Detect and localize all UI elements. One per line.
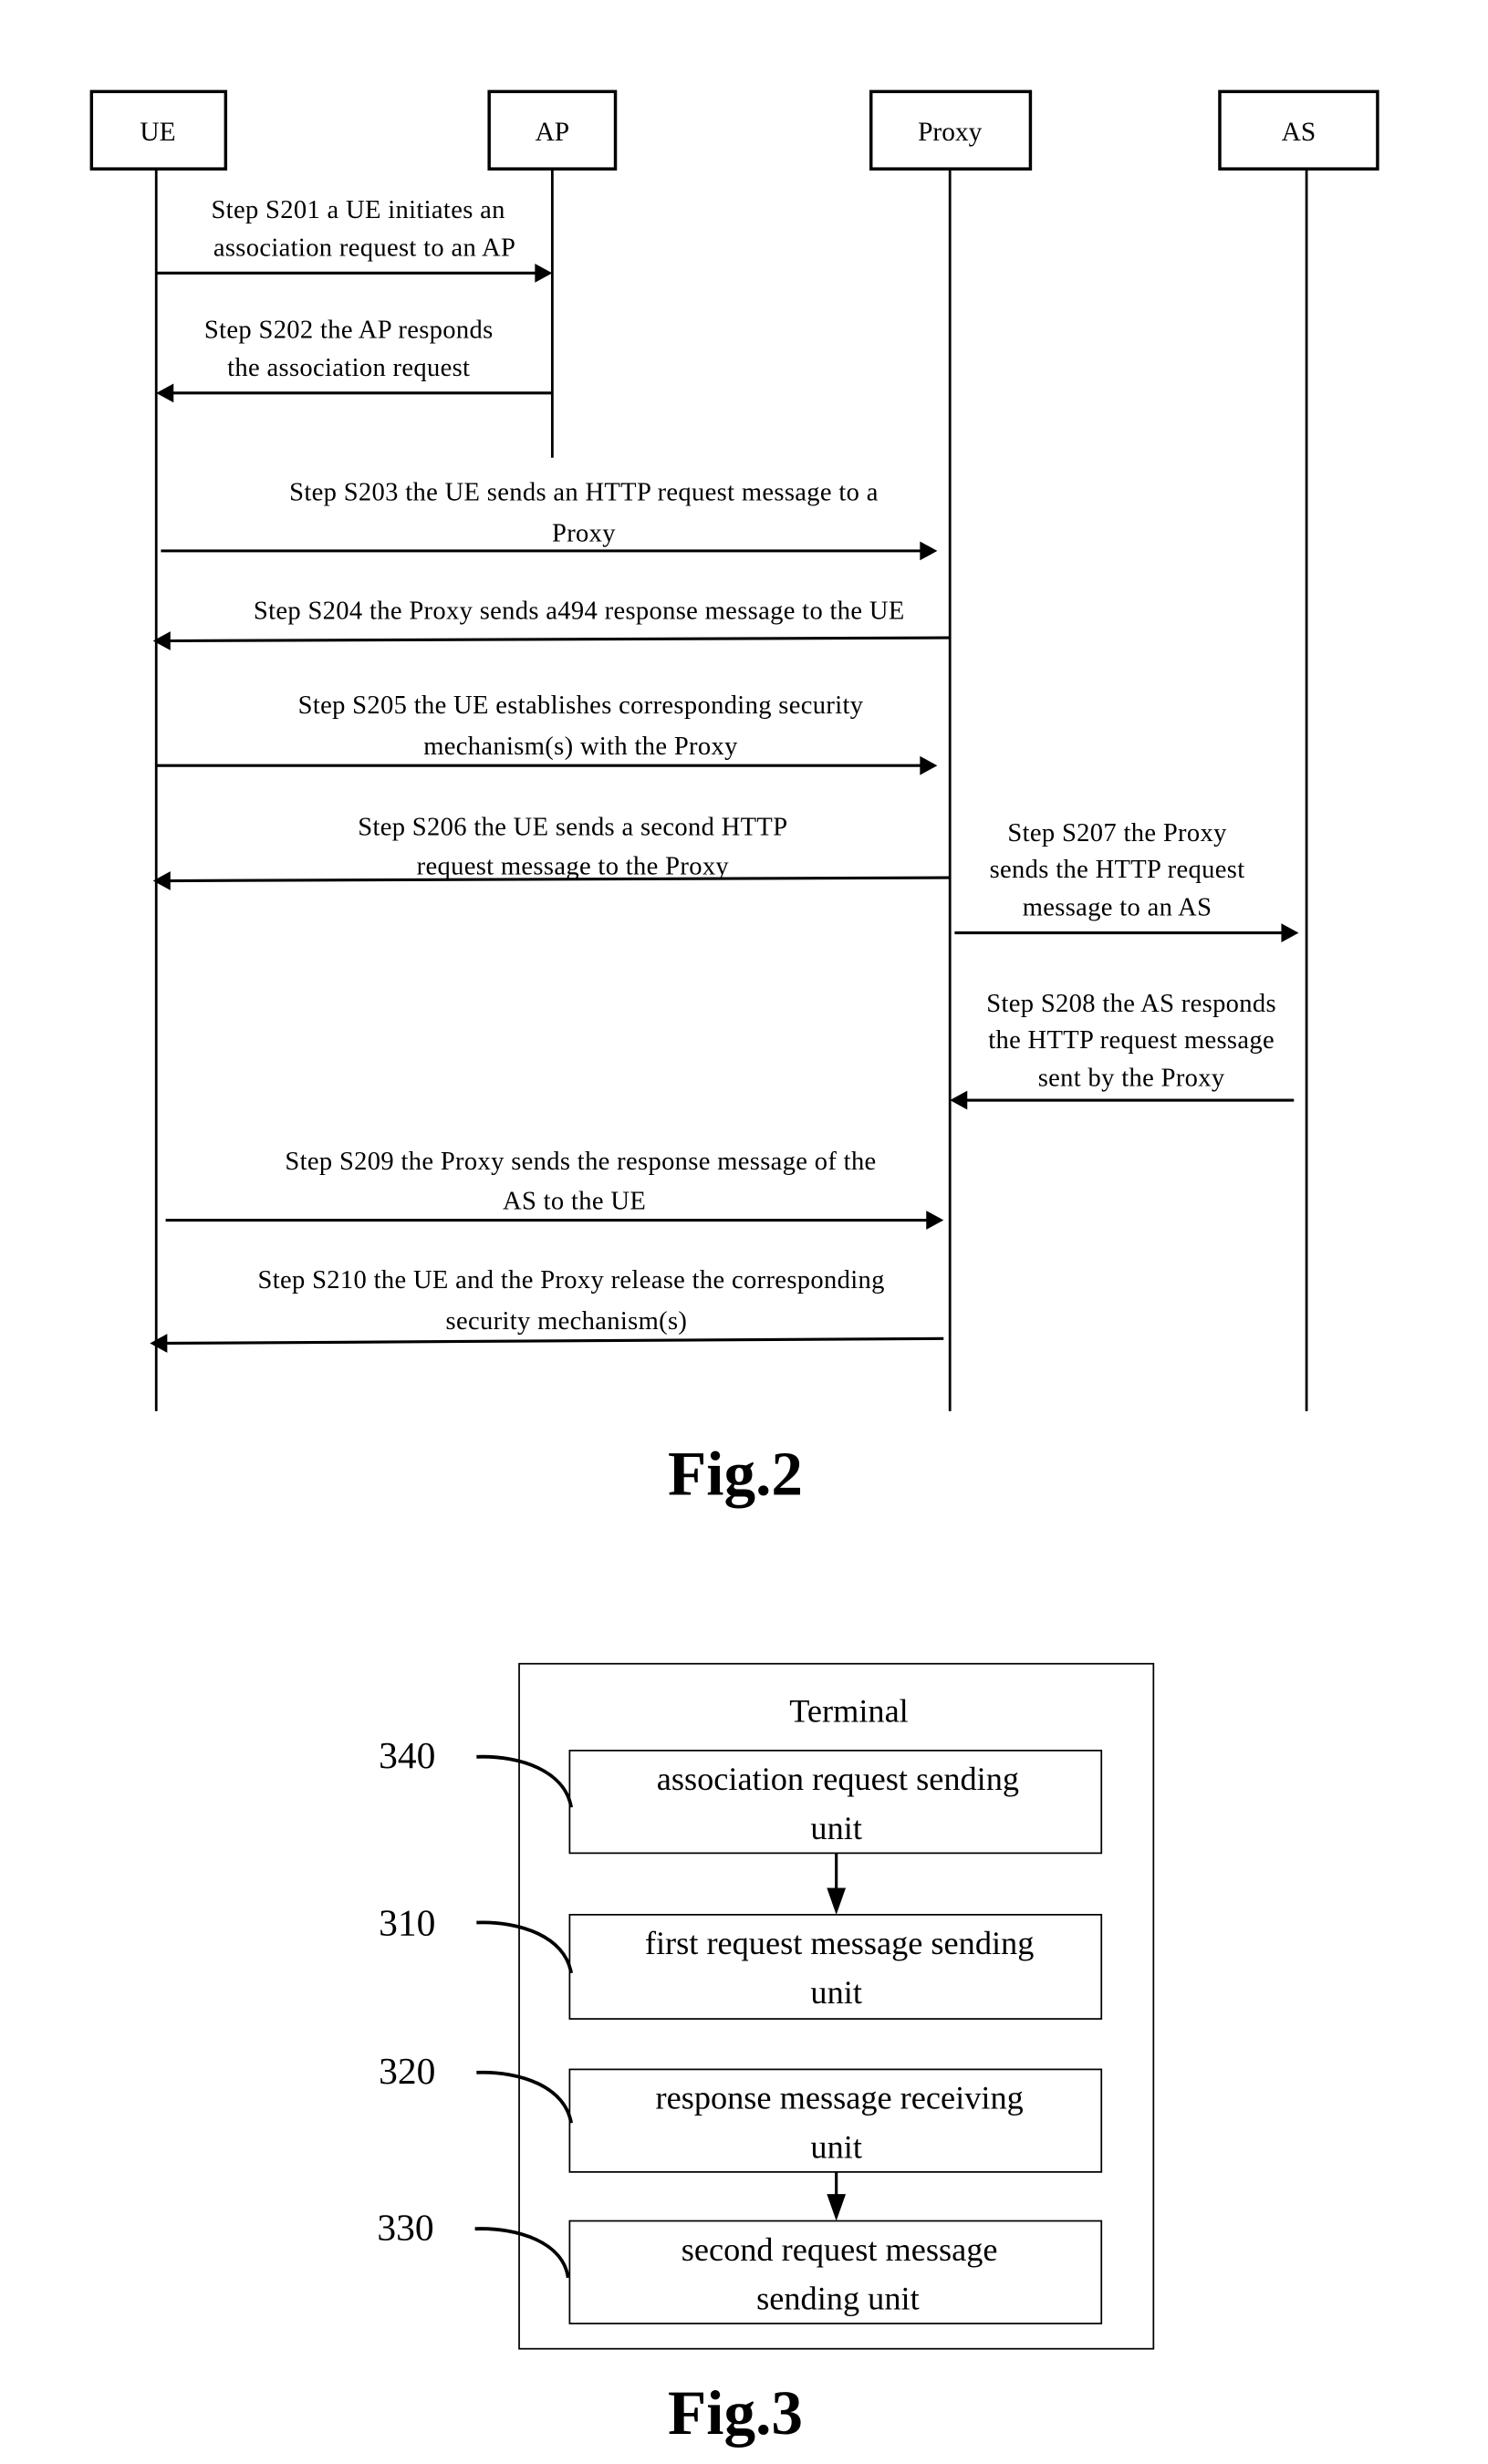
message-label-line: Step S208 the AS responds bbox=[986, 990, 1276, 1018]
message-label-line: Step S206 the UE sends a second HTTP bbox=[358, 813, 787, 841]
message-label-line: mechanism(s) with the Proxy bbox=[423, 733, 738, 761]
actor-label-ap: AP bbox=[536, 118, 570, 147]
unit-first-request-message-sending: first request message sending unit 310 bbox=[379, 1901, 1103, 2020]
message-label-line: Step S207 the Proxy bbox=[1007, 819, 1227, 847]
fig3-block-diagram: Terminal association request sending uni… bbox=[377, 1662, 1155, 2448]
message-label-line: sends the HTTP request bbox=[990, 856, 1245, 884]
message-s203: Step S203 the UE sends an HTTP request m… bbox=[161, 479, 938, 561]
actor-proxy: Proxy bbox=[869, 89, 1033, 171]
message-label-line: Step S202 the AP responds bbox=[204, 316, 494, 344]
unit-response-message-receiving: response message receiving unit 320 bbox=[379, 2050, 1103, 2173]
message-s204: Step S204 the Proxy sends a494 response … bbox=[152, 597, 951, 650]
message-s202: Step S202 the AP responds the associatio… bbox=[156, 316, 553, 403]
actor-label-proxy: Proxy bbox=[918, 118, 983, 147]
arrow-line bbox=[167, 876, 951, 883]
arrowhead-right-icon bbox=[535, 263, 553, 283]
message-label-line: Step S201 a UE initiates an bbox=[211, 196, 505, 224]
actor-ap: AP bbox=[487, 89, 618, 171]
message-label-line: the HTTP request message bbox=[988, 1026, 1275, 1055]
message-s205: Step S205 the UE establishes correspondi… bbox=[156, 691, 938, 775]
arrow-line bbox=[163, 1336, 944, 1346]
unit-label-line: unit bbox=[810, 1974, 861, 2011]
message-label-line: Step S209 the Proxy sends the response m… bbox=[285, 1148, 876, 1176]
message-label-line: Step S210 the UE and the Proxy release t… bbox=[258, 1266, 885, 1294]
message-s210: Step S210 the UE and the Proxy release t… bbox=[150, 1266, 944, 1353]
unit-label-line: sending unit bbox=[756, 2280, 919, 2316]
unit-label-line: unit bbox=[810, 1810, 861, 1846]
fig3-caption: Fig.3 bbox=[668, 2377, 803, 2448]
actor-label-ue: UE bbox=[140, 118, 175, 147]
arrowhead-right-icon bbox=[926, 1211, 944, 1230]
message-label-line: the association request bbox=[227, 354, 470, 382]
arrowhead-right-icon bbox=[1281, 923, 1299, 942]
arrowhead-down-icon bbox=[827, 2194, 847, 2221]
message-label-line: AS to the UE bbox=[503, 1187, 646, 1215]
reference-numeral: 320 bbox=[379, 2050, 435, 2092]
leader-line bbox=[474, 2227, 570, 2279]
message-label-line: Proxy bbox=[552, 519, 616, 547]
unit-label-line: association request sending bbox=[657, 1761, 1019, 1797]
fig2-sequence-diagram: UE AP Proxy AS Step S201 a UE initiates … bbox=[89, 89, 1379, 1509]
message-label-line: request message to the Proxy bbox=[417, 853, 730, 881]
reference-numeral: 310 bbox=[379, 1901, 435, 1943]
unit-label-line: second request message bbox=[682, 2231, 998, 2268]
actor-as: AS bbox=[1218, 89, 1379, 171]
leader-line bbox=[476, 1754, 573, 1808]
patent-drawing-sheet: UE AP Proxy AS Step S201 a UE initiates … bbox=[89, 89, 1379, 2448]
unit-second-request-message-sending: second request message sending unit 330 bbox=[377, 2206, 1103, 2324]
arrowhead-left-icon bbox=[150, 1334, 168, 1353]
fig2-caption: Fig.2 bbox=[668, 1439, 803, 1509]
unit-label-line: response message receiving bbox=[656, 2080, 1024, 2116]
reference-numeral: 340 bbox=[379, 1734, 435, 1776]
arrowhead-right-icon bbox=[920, 755, 938, 775]
message-label-line: security mechanism(s) bbox=[446, 1307, 688, 1336]
terminal-label: Terminal bbox=[789, 1693, 909, 1730]
arrow-line bbox=[167, 636, 951, 643]
message-s206: Step S206 the UE sends a second HTTP req… bbox=[152, 813, 951, 890]
message-s208: Step S208 the AS responds the HTTP reque… bbox=[950, 990, 1295, 1110]
leader-line bbox=[476, 1920, 573, 1974]
message-label-line: message to an AS bbox=[1023, 894, 1212, 922]
arrowhead-right-icon bbox=[920, 541, 938, 561]
message-s201: Step S201 a UE initiates an association … bbox=[156, 196, 553, 283]
leader-line bbox=[476, 2070, 573, 2124]
arrowhead-down-icon bbox=[827, 1887, 847, 1915]
message-label-line: sent by the Proxy bbox=[1038, 1064, 1225, 1092]
message-label-line: association request to an AP bbox=[213, 234, 515, 262]
unit-label-line: unit bbox=[810, 2128, 861, 2165]
reference-numeral: 330 bbox=[377, 2206, 433, 2248]
arrowhead-left-icon bbox=[156, 383, 174, 403]
unit-association-request-sending: association request sending unit 340 bbox=[379, 1734, 1103, 1855]
message-label-line: Step S204 the Proxy sends a494 response … bbox=[254, 597, 905, 625]
message-s209: Step S209 the Proxy sends the response m… bbox=[165, 1148, 944, 1230]
arrowhead-left-icon bbox=[950, 1090, 968, 1110]
message-label-line: Step S205 the UE establishes correspondi… bbox=[298, 691, 864, 720]
actor-ue: UE bbox=[89, 89, 228, 171]
unit-label-line: first request message sending bbox=[645, 1925, 1034, 1961]
message-label-line: Step S203 the UE sends an HTTP request m… bbox=[289, 479, 879, 507]
actor-label-as: AS bbox=[1282, 118, 1316, 147]
message-s207: Step S207 the Proxy sends the HTTP reque… bbox=[954, 819, 1299, 942]
